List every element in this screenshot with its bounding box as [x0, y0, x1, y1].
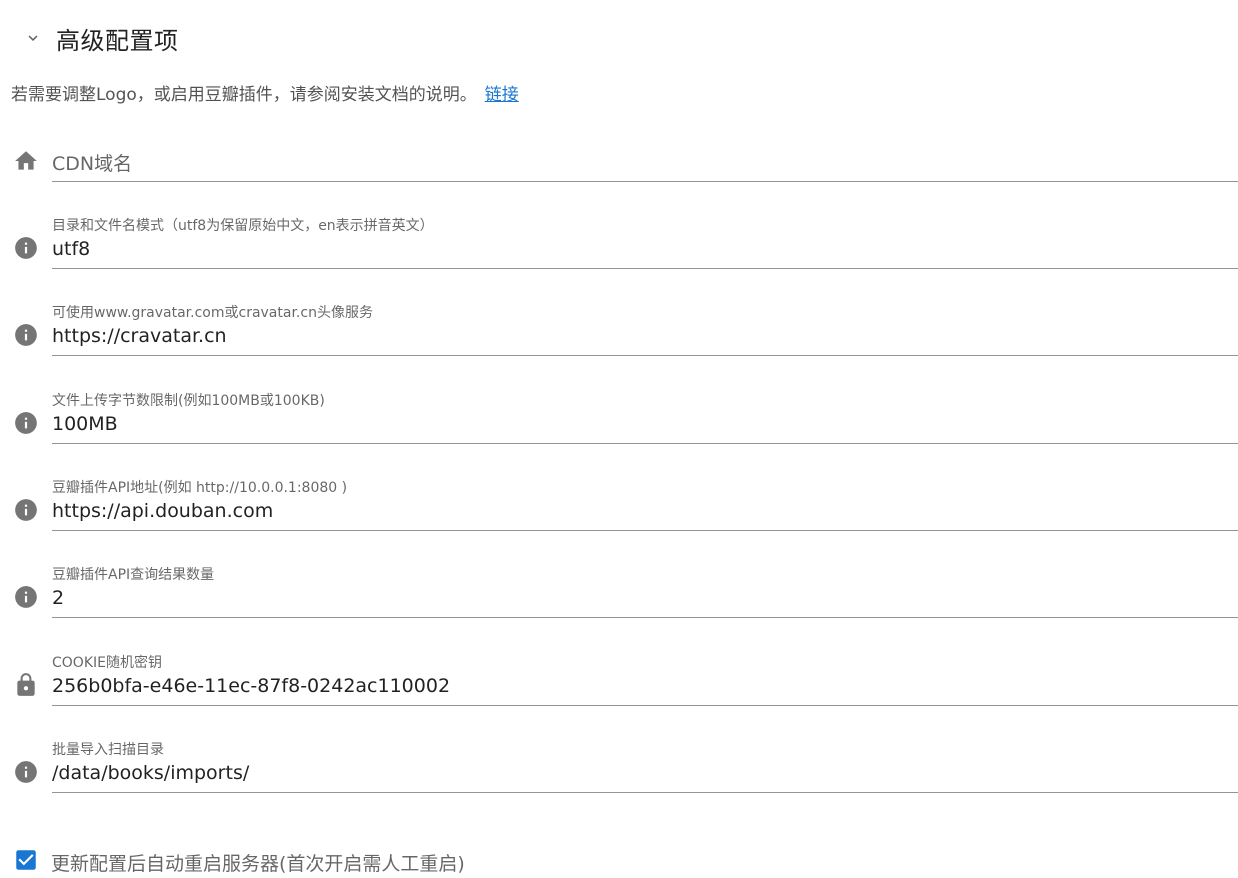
auto-restart-label: 更新配置后自动重启服务器(首次开启需人工重启) — [51, 853, 465, 875]
advanced-config-header[interactable]: 高级配置项 — [0, 16, 1238, 60]
auto-restart-checkbox[interactable] — [13, 847, 39, 873]
douban-count-field: 豆瓣插件API查询结果数量 — [0, 562, 1238, 620]
dir-mode-input[interactable] — [52, 236, 1232, 262]
hint-message: 若需要调整Logo，或启用豆瓣插件，请参阅安装文档的说明。 — [11, 85, 477, 105]
douban-count-input[interactable] — [52, 585, 1232, 611]
cdn-domain-field: CDN域名 — [0, 140, 1238, 184]
cookie-secret-input[interactable] — [52, 673, 1232, 699]
info-icon — [13, 410, 39, 436]
cdn-domain-input[interactable] — [52, 148, 1232, 174]
dir-mode-field: 目录和文件名模式（utf8为保留原始中文，en表示拼音英文） — [0, 213, 1238, 271]
info-icon — [13, 497, 39, 523]
avatar-service-label: 可使用www.gravatar.com或cravatar.cn头像服务 — [52, 305, 373, 321]
avatar-service-underline — [52, 355, 1238, 356]
panel-title: 高级配置项 — [56, 26, 179, 55]
import-dir-underline — [52, 792, 1238, 793]
docs-link[interactable]: 链接 — [485, 85, 519, 105]
import-dir-field: 批量导入扫描目录 — [0, 737, 1238, 795]
info-icon — [13, 322, 39, 348]
info-icon — [13, 759, 39, 785]
douban-api-label: 豆瓣插件API地址(例如 http://10.0.0.1:8080 ) — [52, 480, 348, 496]
cdn-domain-underline — [52, 181, 1238, 182]
cookie-secret-underline — [52, 705, 1238, 706]
upload-limit-underline — [52, 443, 1238, 444]
upload-limit-label: 文件上传字节数限制(例如100MB或100KB) — [52, 393, 325, 409]
chevron-down-icon — [21, 26, 45, 50]
upload-limit-input[interactable] — [52, 411, 1232, 437]
lock-icon — [13, 672, 39, 698]
douban-api-input[interactable] — [52, 498, 1232, 524]
avatar-service-input[interactable] — [52, 323, 1232, 349]
import-dir-label: 批量导入扫描目录 — [52, 742, 164, 758]
douban-count-label: 豆瓣插件API查询结果数量 — [52, 567, 215, 583]
import-dir-input[interactable] — [52, 760, 1232, 786]
info-icon — [13, 235, 39, 261]
home-icon — [13, 148, 39, 174]
avatar-service-field: 可使用www.gravatar.com或cravatar.cn头像服务 — [0, 300, 1238, 358]
info-icon — [13, 584, 39, 610]
cookie-secret-label: COOKIE随机密钥 — [52, 655, 162, 671]
douban-count-underline — [52, 617, 1238, 618]
douban-api-underline — [52, 530, 1238, 531]
auto-restart-row: 更新配置后自动重启服务器(首次开启需人工重启) — [0, 844, 1238, 878]
hint-text: 若需要调整Logo，或启用豆瓣插件，请参阅安装文档的说明。 链接 — [11, 80, 519, 105]
dir-mode-label: 目录和文件名模式（utf8为保留原始中文，en表示拼音英文） — [52, 218, 434, 234]
dir-mode-underline — [52, 268, 1238, 269]
cookie-secret-field: COOKIE随机密钥 — [0, 650, 1238, 708]
douban-api-field: 豆瓣插件API地址(例如 http://10.0.0.1:8080 ) — [0, 475, 1238, 533]
upload-limit-field: 文件上传字节数限制(例如100MB或100KB) — [0, 388, 1238, 446]
